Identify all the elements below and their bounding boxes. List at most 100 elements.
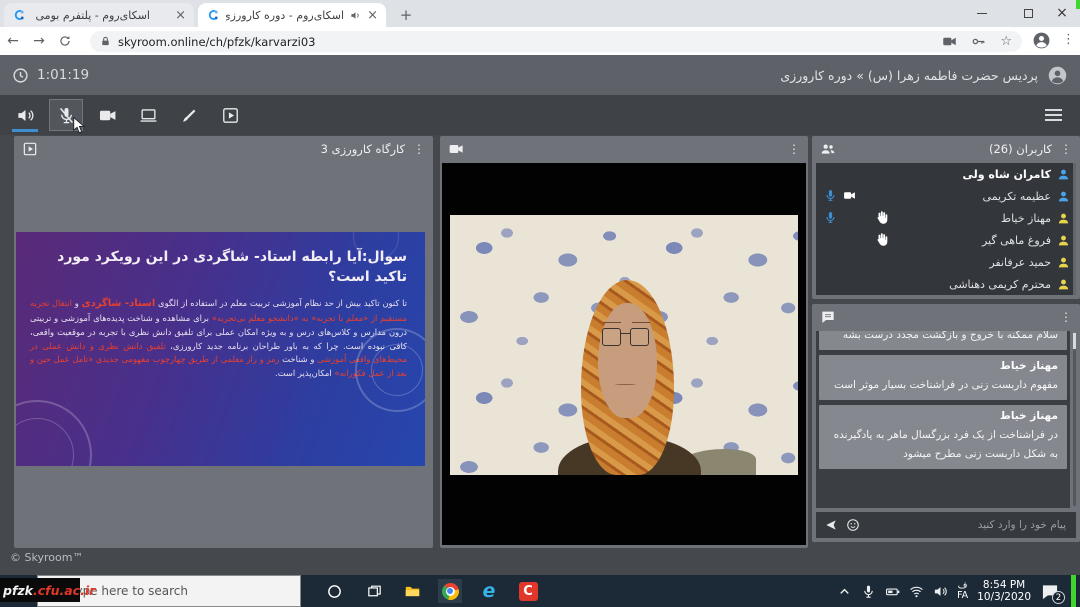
media-play-icon: [221, 106, 240, 125]
camera-icon: [98, 106, 117, 125]
recorder-app-icon: C: [519, 582, 538, 601]
send-icon[interactable]: [824, 518, 838, 532]
tray-volume-icon[interactable]: [933, 584, 948, 599]
tab-title: اسکای‌روم - پلتفرم بومی برگزاری وب: [32, 9, 150, 22]
chat-message: سلام ممکنه با خروج و بازگشت مجدد درست بش…: [819, 331, 1067, 350]
chat-message-input[interactable]: [868, 518, 1068, 532]
forward-icon[interactable]: →: [26, 33, 52, 49]
microphone-button[interactable]: [49, 99, 83, 131]
key-icon[interactable]: [971, 34, 986, 49]
chat-icon: [820, 309, 836, 325]
video-panel: ⋮: [440, 136, 808, 548]
taskbar-time: 8:54 PM: [983, 579, 1025, 591]
chat-message-text: در فراشناخت از یک فرد بزرگسال ماهر به یا…: [828, 426, 1058, 464]
tab-close-icon[interactable]: ×: [175, 9, 186, 22]
lock-icon: [100, 36, 111, 47]
speaker-button[interactable]: [8, 99, 42, 131]
reload-icon[interactable]: [52, 34, 78, 48]
whiteboard-draw-button[interactable]: [172, 99, 206, 131]
system-tray: ف FA 8:54 PM 10/3/2020 2: [837, 575, 1076, 607]
user-row[interactable]: کامران شاه ولی: [816, 163, 1076, 185]
user-name: مهناز خیاط: [1001, 212, 1051, 225]
raised-hand-icon: [874, 210, 889, 225]
browser-menu-icon[interactable]: ⋮: [1062, 32, 1075, 47]
brush-icon: [180, 106, 199, 125]
browser-tab-inactive[interactable]: اسکای‌روم - پلتفرم بومی برگزاری وب ×: [4, 3, 194, 27]
browser-address-bar: ← → skyroom.online/ch/pfzk/karvarzi03 ☆: [0, 27, 1080, 55]
cortana-button[interactable]: [322, 579, 346, 603]
whiteboard-menu-icon[interactable]: ⋮: [411, 143, 425, 155]
user-camera-icon: [843, 189, 856, 202]
back-icon[interactable]: ←: [0, 33, 26, 49]
tab-title: اسکای‌روم - دوره کارورزی: [226, 9, 344, 22]
skyroom-favicon: [12, 8, 26, 22]
taskbar-clock[interactable]: 8:54 PM 10/3/2020: [977, 579, 1031, 603]
raised-hand-icon: [874, 232, 889, 247]
new-tab-button[interactable]: +: [396, 5, 416, 25]
chat-menu-icon[interactable]: ⋮: [1058, 311, 1072, 323]
slide-body: تا کنون تاکید بیش از حد نظام آموزشی تربی…: [30, 296, 407, 380]
session-timer-value: 1:01:19: [37, 67, 89, 83]
bookmark-star-icon[interactable]: ☆: [1000, 34, 1012, 49]
action-center-button[interactable]: 2: [1040, 582, 1060, 600]
skyroom-copyright: © Skyroom™: [10, 551, 83, 564]
users-menu-icon[interactable]: ⋮: [1058, 143, 1072, 155]
chat-scrollbar-thumb[interactable]: [1073, 333, 1076, 349]
users-panel: ⋮ کاربران (26) کامران شاه ولیعظیمه تکریم…: [812, 136, 1080, 299]
notification-badge: 2: [1052, 591, 1065, 604]
clock-icon: [12, 67, 29, 84]
chrome-button[interactable]: [438, 579, 462, 603]
slide-decoration: [371, 344, 423, 396]
camera-button[interactable]: [90, 99, 124, 131]
chat-message-text: مفهوم داربست زنی در فراشناخت بسیار موثر …: [828, 376, 1058, 395]
user-row[interactable]: مهناز خیاط: [816, 207, 1076, 229]
webcam-video-image: [450, 215, 798, 475]
webcam-icon: [448, 141, 464, 157]
user-row[interactable]: عظیمه تکریمی: [816, 185, 1076, 207]
window-minimize-button[interactable]: [962, 0, 1002, 26]
browser-tab-active[interactable]: اسکای‌روم - دوره کارورزی ×: [198, 3, 386, 27]
chat-message-author: مهناز خیاط: [828, 410, 1058, 422]
tray-wifi-icon[interactable]: [909, 584, 924, 599]
tray-chevron-icon[interactable]: [837, 584, 852, 599]
screen: اسکای‌روم - پلتفرم بومی برگزاری وب × اسک…: [0, 0, 1080, 607]
slide-play-icon[interactable]: [22, 141, 38, 157]
tray-microphone-icon[interactable]: [861, 584, 876, 599]
user-avatar-icon: [1057, 212, 1070, 225]
user-row[interactable]: محترم کریمی دهناشی: [816, 273, 1076, 295]
user-avatar-icon: [1057, 190, 1070, 203]
chat-scrollbar-track[interactable]: [1073, 333, 1076, 506]
user-mic-icon: [824, 211, 837, 224]
skyroom-favicon: [206, 8, 220, 22]
video-menu-icon[interactable]: ⋮: [786, 143, 800, 155]
screen-icon: [139, 106, 158, 125]
media-player-button[interactable]: [213, 99, 247, 131]
emoji-icon[interactable]: [846, 518, 860, 532]
tray-battery-icon[interactable]: [885, 584, 900, 599]
task-view-button[interactable]: [362, 579, 386, 603]
browser-profile-avatar[interactable]: [1032, 31, 1051, 50]
user-row[interactable]: حمید عرفانفر: [816, 251, 1076, 273]
user-row[interactable]: فروغ ماهی گیر: [816, 229, 1076, 251]
watermark-text: pfzk: [3, 583, 33, 598]
recorder-app-button[interactable]: C: [516, 579, 540, 603]
camera-permission-icon[interactable]: [942, 34, 957, 49]
person-face: [598, 303, 657, 417]
recording-artifact: [1071, 575, 1076, 607]
header-avatar-icon: [1047, 65, 1068, 86]
chat-message-author: مهناز خیاط: [828, 360, 1058, 372]
internet-explorer-button[interactable]: e: [477, 579, 501, 603]
url-field[interactable]: skyroom.online/ch/pfzk/karvarzi03 ☆: [90, 31, 1022, 52]
window-close-button[interactable]: ×: [1042, 0, 1080, 26]
user-name: فروغ ماهی گیر: [982, 234, 1051, 247]
slide-title: سوال:آیا رابطه استاد- شاگردی در این رویک…: [30, 248, 407, 287]
file-explorer-button[interactable]: [400, 579, 424, 603]
toolbar-menu-icon[interactable]: [1045, 109, 1072, 121]
tab-audio-icon[interactable]: [350, 10, 361, 21]
screen-share-button[interactable]: [131, 99, 165, 131]
language-indicator[interactable]: ف FA: [957, 581, 968, 601]
users-list: کامران شاه ولیعظیمه تکریمی مهناز خیاط فروغ…: [816, 163, 1076, 295]
users-header: ⋮ کاربران (26): [812, 136, 1080, 162]
tab-close-icon[interactable]: ×: [367, 9, 378, 22]
url-text: skyroom.online/ch/pfzk/karvarzi03: [118, 35, 316, 49]
